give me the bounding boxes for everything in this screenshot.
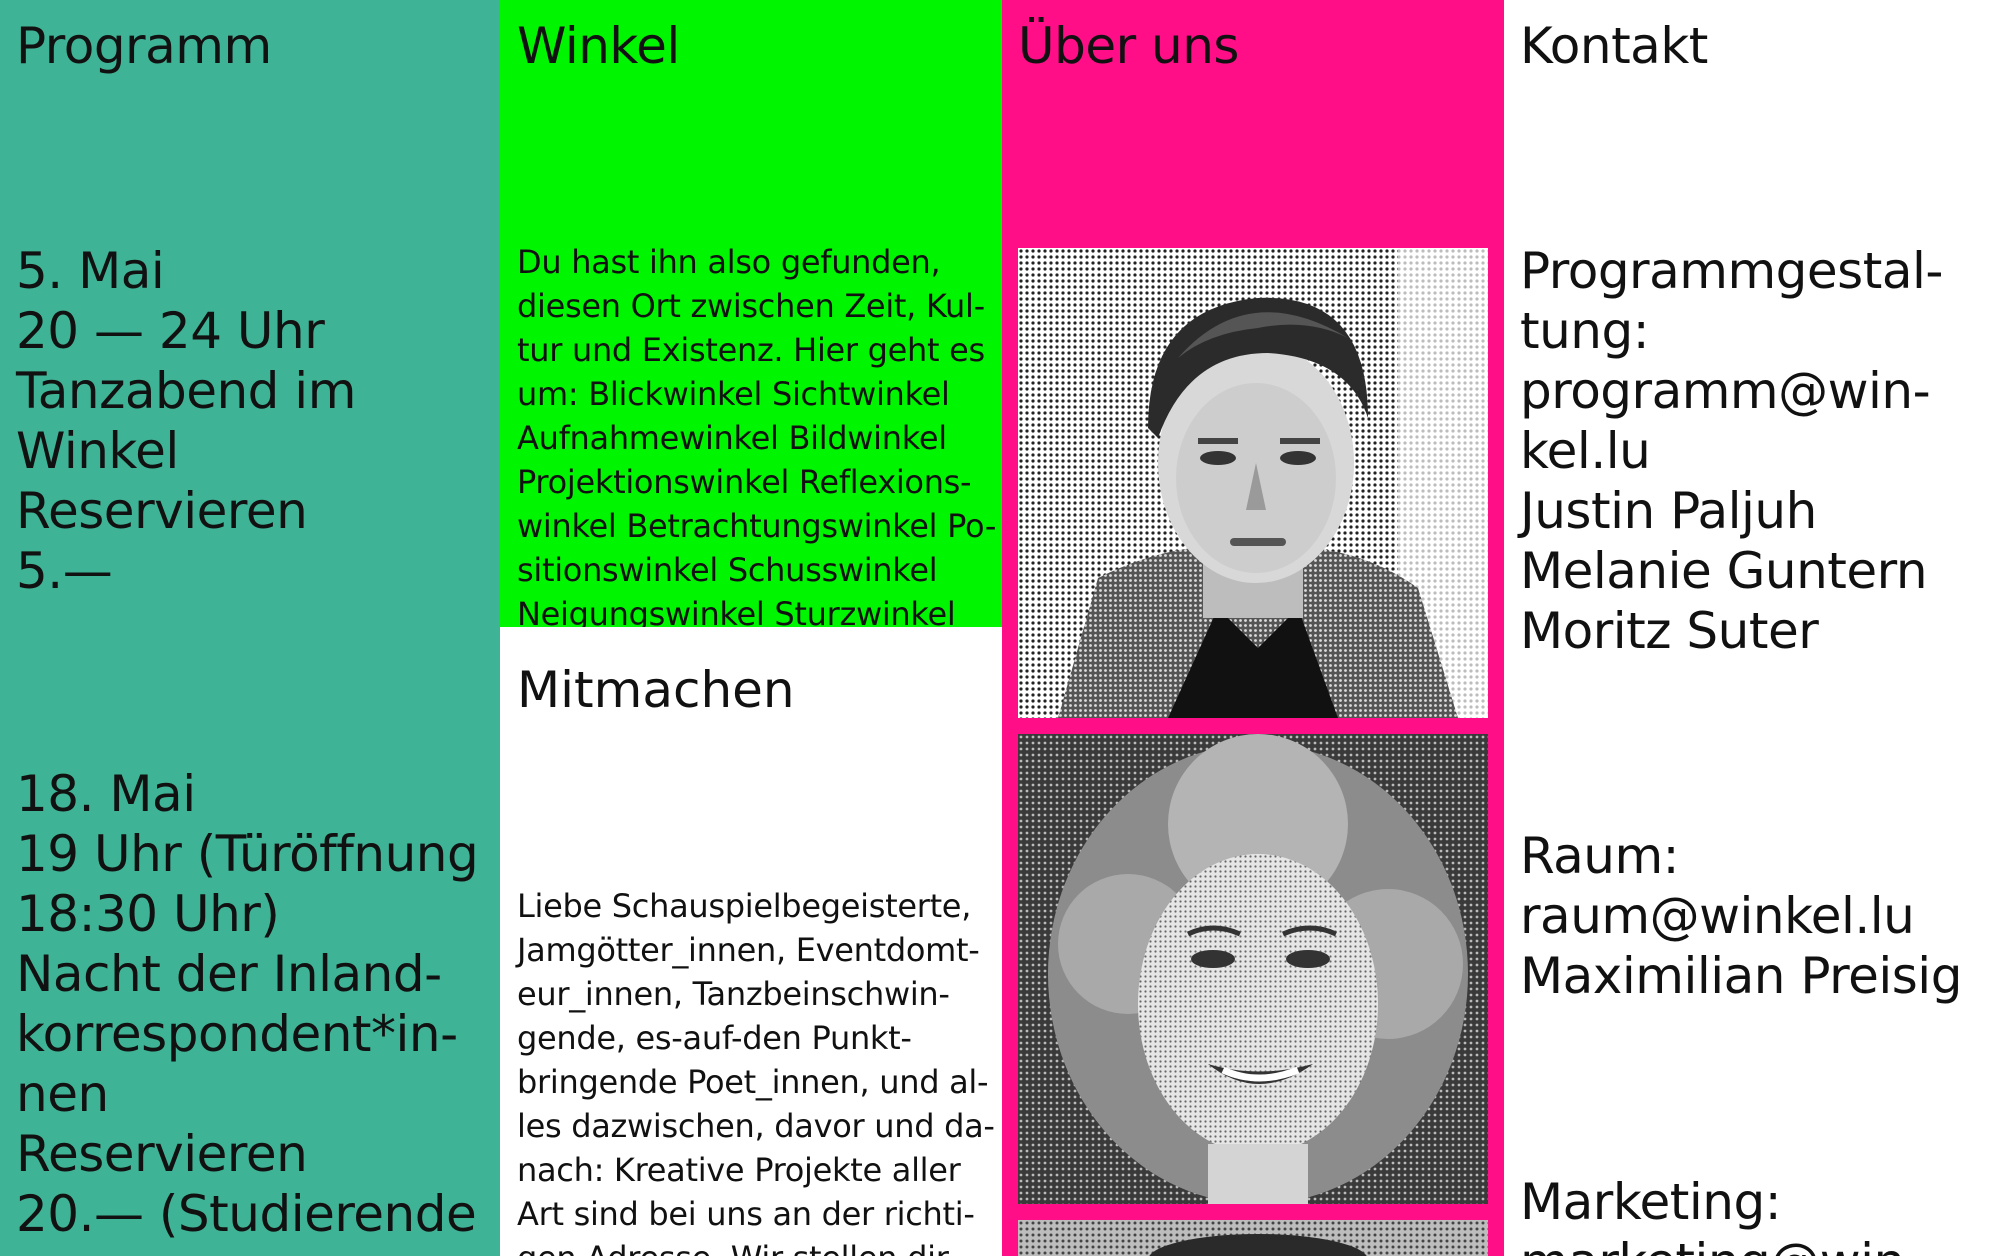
- mitmachen-text: Liebe Schauspielbegeisterte, Jamgötter_i…: [517, 884, 995, 1256]
- contact-line: tung:: [1520, 302, 1650, 360]
- text-line: bringende Poet_innen, und al-: [517, 1063, 989, 1101]
- event-title-line: korrespondent*in-: [16, 1005, 458, 1063]
- event-price: 20.— (Studierende: [16, 1185, 477, 1243]
- kontakt-column: Kontakt Programmgestal- tung: programm@w…: [1504, 0, 2000, 1256]
- contact-line: Programmgestal-: [1520, 242, 1943, 300]
- text-line: Du hast ihn also gefunden,: [517, 243, 941, 281]
- winkel-section: Winkel Du hast ihn also gefunden, diesen…: [500, 0, 1002, 627]
- event-time-line: 19 Uhr (Türöffnung: [16, 825, 479, 883]
- contact-line: Raum:: [1520, 827, 1680, 885]
- event-title-line: Winkel: [16, 422, 179, 480]
- text-line: sitionswinkel Schusswinkel: [517, 551, 938, 589]
- nav-ueber-uns[interactable]: Über uns: [1018, 16, 1239, 76]
- event-1: 5. Mai 20 — 24 Uhr Tanzabend im Winkel R…: [16, 241, 356, 601]
- kontakt-raum: Raum: raum@winkel.lu Maximilian Preisig: [1520, 826, 1962, 1006]
- kontakt-programm: Programmgestal- tung: programm@win- kel.…: [1520, 241, 1943, 661]
- email-link[interactable]: marketing@win-: [1520, 1232, 1923, 1256]
- reserve-link[interactable]: Reservieren: [16, 1124, 478, 1184]
- text-line: Projektionswinkel Reflexions-: [517, 463, 972, 501]
- text-line: Liebe Schauspielbegeisterte,: [517, 887, 972, 925]
- event-time-line: 18:30 Uhr): [16, 885, 280, 943]
- email-link[interactable]: programm@win-: [1520, 361, 1943, 421]
- kontakt-marketing: Marketing: marketing@win-: [1520, 1172, 1923, 1256]
- reserve-link[interactable]: Reservieren: [16, 481, 356, 541]
- text-line: winkel Betrachtungswinkel Po-: [517, 507, 997, 545]
- text-line: eur_innen, Tanzbeinschwin-: [517, 975, 950, 1013]
- text-line: tur und Existenz. Hier geht es: [517, 331, 985, 369]
- text-line: Art sind bei uns an der richti-: [517, 1195, 975, 1233]
- text-line: gen Adresse. Wir stellen dir: [517, 1236, 987, 1256]
- event-price: 5.—: [16, 542, 113, 600]
- portrait-woman-photo: [1018, 734, 1488, 1204]
- contact-name: Maximilian Preisig: [1520, 947, 1962, 1005]
- nav-programm[interactable]: Programm: [16, 16, 272, 76]
- text-line: diesen Ort zwischen Zeit, Kul-: [517, 287, 985, 325]
- portrait-man-photo: [1018, 248, 1488, 718]
- winkel-intro-text: Du hast ihn also gefunden, diesen Ort zw…: [517, 240, 997, 627]
- contact-name: Justin Paljuh: [1520, 482, 1817, 540]
- text-line: les dazwischen, davor und da-: [517, 1107, 995, 1145]
- contact-name: Moritz Suter: [1520, 602, 1819, 660]
- nav-winkel[interactable]: Winkel: [517, 16, 680, 76]
- text-line: um: Blickwinkel Sichtwinkel: [517, 375, 950, 413]
- event-title-line: Nacht der Inland-: [16, 945, 442, 1003]
- event-time: 20 — 24 Uhr: [16, 302, 325, 360]
- event-title-line: Tanzabend im: [16, 362, 356, 420]
- text-line: Jamgötter_innen, Eventdomt-: [517, 931, 980, 969]
- event-date: 5. Mai: [16, 242, 165, 300]
- ueber-uns-column: Über uns: [1002, 0, 1504, 1256]
- winkel-column: Winkel Du hast ihn also gefunden, diesen…: [500, 0, 1002, 1256]
- contact-name: Melanie Guntern: [1520, 542, 1928, 600]
- contact-line: Marketing:: [1520, 1173, 1782, 1231]
- nav-kontakt[interactable]: Kontakt: [1520, 16, 1708, 76]
- event-title-line: nen: [16, 1065, 109, 1123]
- text-line: Neigungswinkel Sturzwinkel: [517, 595, 956, 627]
- event-2: 18. Mai 19 Uhr (Türöffnung 18:30 Uhr) Na…: [16, 764, 479, 1244]
- email-link[interactable]: kel.lu: [1520, 421, 1943, 481]
- text-line: nach: Kreative Projekte aller: [517, 1151, 961, 1189]
- portrait-third-photo: [1018, 1220, 1488, 1256]
- programm-column: Programm 5. Mai 20 — 24 Uhr Tanzabend im…: [0, 0, 500, 1256]
- event-date: 18. Mai: [16, 765, 196, 823]
- email-link[interactable]: raum@winkel.lu: [1520, 886, 1962, 946]
- text-line: Aufnahmewinkel Bildwinkel: [517, 419, 947, 457]
- text-line: gende, es-auf-den Punkt-: [517, 1019, 912, 1057]
- mitmachen-heading[interactable]: Mitmachen: [517, 660, 795, 720]
